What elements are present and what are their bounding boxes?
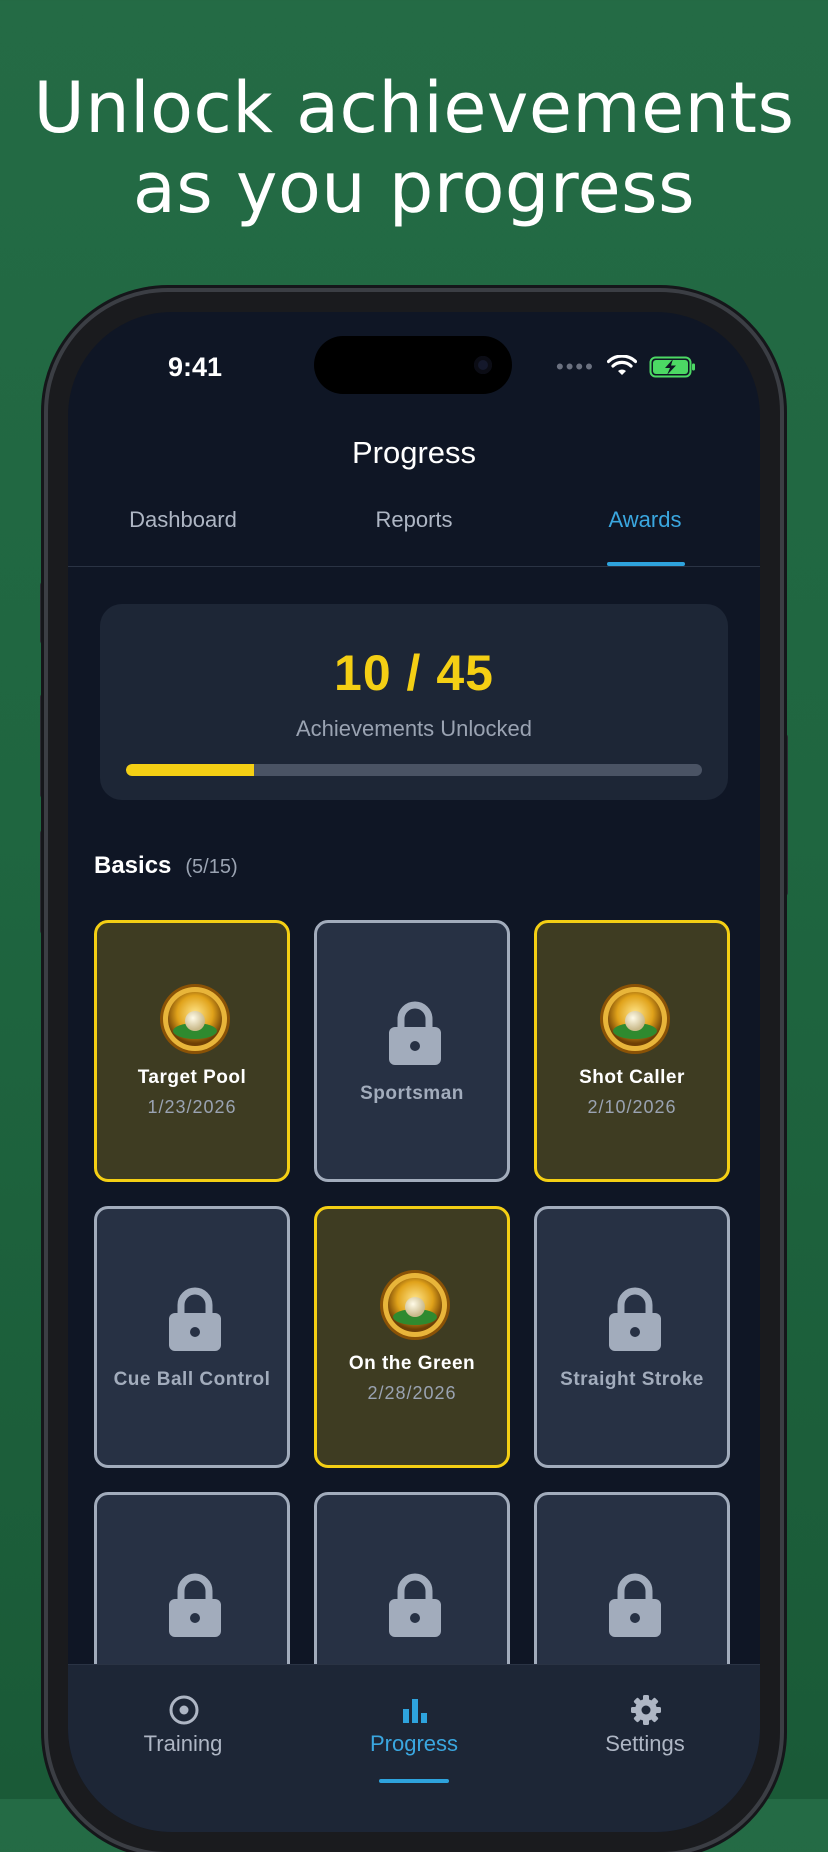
section-title: Basics bbox=[94, 852, 172, 879]
achievements-summary-card: 10 / 45 Achievements Unlocked bbox=[100, 604, 728, 800]
achievement-date: 2/10/2026 bbox=[587, 1097, 677, 1117]
app-screen: 9:41 •••• Progress Dashboard Reports Awa… bbox=[68, 312, 760, 1832]
bottom-tab-bar: Training Progress Settings bbox=[68, 1664, 760, 1832]
tab-awards[interactable]: Awards bbox=[530, 494, 760, 566]
achievement-title: Straight Stroke bbox=[560, 1369, 704, 1390]
tabbar-label: Settings bbox=[605, 1731, 685, 1756]
power-button bbox=[782, 734, 788, 896]
dynamic-island bbox=[314, 336, 512, 394]
achievements-progress-bar bbox=[126, 764, 702, 776]
achievement-card[interactable]: On the Green 2/28/2026 bbox=[314, 1206, 510, 1468]
tab-reports[interactable]: Reports bbox=[299, 494, 529, 566]
section-count: (5/15) bbox=[185, 856, 238, 878]
lock-icon bbox=[607, 1571, 663, 1639]
achievement-card[interactable]: Sportsman bbox=[314, 920, 510, 1182]
segment-tabs: Dashboard Reports Awards bbox=[68, 494, 760, 567]
active-tabbar-indicator bbox=[379, 1779, 449, 1783]
achievement-title: Shot Caller bbox=[579, 1067, 685, 1088]
lock-icon bbox=[167, 1285, 223, 1353]
lock-icon bbox=[167, 1571, 223, 1639]
tabbar-item-training[interactable]: Training bbox=[68, 1665, 298, 1785]
achievement-date: 1/23/2026 bbox=[147, 1097, 237, 1117]
gear-icon bbox=[631, 1695, 661, 1725]
battery-charging-icon bbox=[649, 356, 695, 378]
volume-down-button bbox=[40, 830, 46, 934]
volume-up-button bbox=[40, 694, 46, 798]
achievements-label: Achievements Unlocked bbox=[295, 716, 532, 741]
tabbar-item-settings[interactable]: Settings bbox=[530, 1665, 760, 1785]
progress-fill bbox=[126, 764, 254, 776]
medal-icon bbox=[599, 983, 671, 1055]
tabbar-item-progress[interactable]: Progress bbox=[299, 1665, 529, 1785]
achievement-title: Sportsman bbox=[360, 1083, 464, 1104]
status-time: 9:41 bbox=[168, 352, 223, 382]
achievement-title: Cue Ball Control bbox=[113, 1369, 271, 1390]
lock-icon bbox=[607, 1285, 663, 1353]
lock-icon bbox=[387, 1571, 443, 1639]
achievement-title: On the Green bbox=[348, 1353, 476, 1374]
status-icons: •••• bbox=[556, 354, 697, 380]
achievement-date: 2/28/2026 bbox=[367, 1383, 457, 1403]
tab-label: Dashboard bbox=[129, 507, 237, 532]
achievements-count: 10 / 45 bbox=[334, 645, 494, 701]
tab-label: Reports bbox=[375, 507, 453, 532]
page-title: Progress bbox=[351, 435, 477, 470]
promo-headline: Unlock achievements as you progress bbox=[0, 68, 828, 228]
action-button bbox=[40, 582, 46, 644]
tabbar-label: Progress bbox=[369, 1731, 459, 1756]
tabbar-label: Training bbox=[143, 1731, 223, 1756]
phone-frame: 9:41 •••• Progress Dashboard Reports Awa… bbox=[48, 292, 780, 1852]
bar-chart-icon bbox=[403, 1699, 427, 1723]
achievement-card[interactable]: Straight Stroke bbox=[534, 1206, 730, 1468]
promo-line-2: as you progress bbox=[132, 147, 696, 229]
achievement-title: Target Pool bbox=[137, 1067, 247, 1088]
section-header: Basics (5/15) bbox=[94, 852, 238, 880]
tab-label: Awards bbox=[608, 507, 682, 532]
promo-line-1: Unlock achievements bbox=[33, 67, 795, 149]
front-camera bbox=[474, 356, 492, 374]
medal-icon bbox=[379, 1269, 451, 1341]
tab-dashboard[interactable]: Dashboard bbox=[68, 494, 298, 566]
wifi-icon bbox=[606, 355, 637, 375]
achievement-card[interactable]: Shot Caller 2/10/2026 bbox=[534, 920, 730, 1182]
signal-dots-icon: •••• bbox=[556, 354, 595, 379]
achievement-card[interactable]: Target Pool 1/23/2026 bbox=[94, 920, 290, 1182]
target-icon bbox=[169, 1695, 199, 1725]
achievement-card[interactable]: Cue Ball Control bbox=[94, 1206, 290, 1468]
lock-icon bbox=[387, 999, 443, 1067]
medal-icon bbox=[159, 983, 231, 1055]
active-tab-indicator bbox=[607, 562, 685, 566]
